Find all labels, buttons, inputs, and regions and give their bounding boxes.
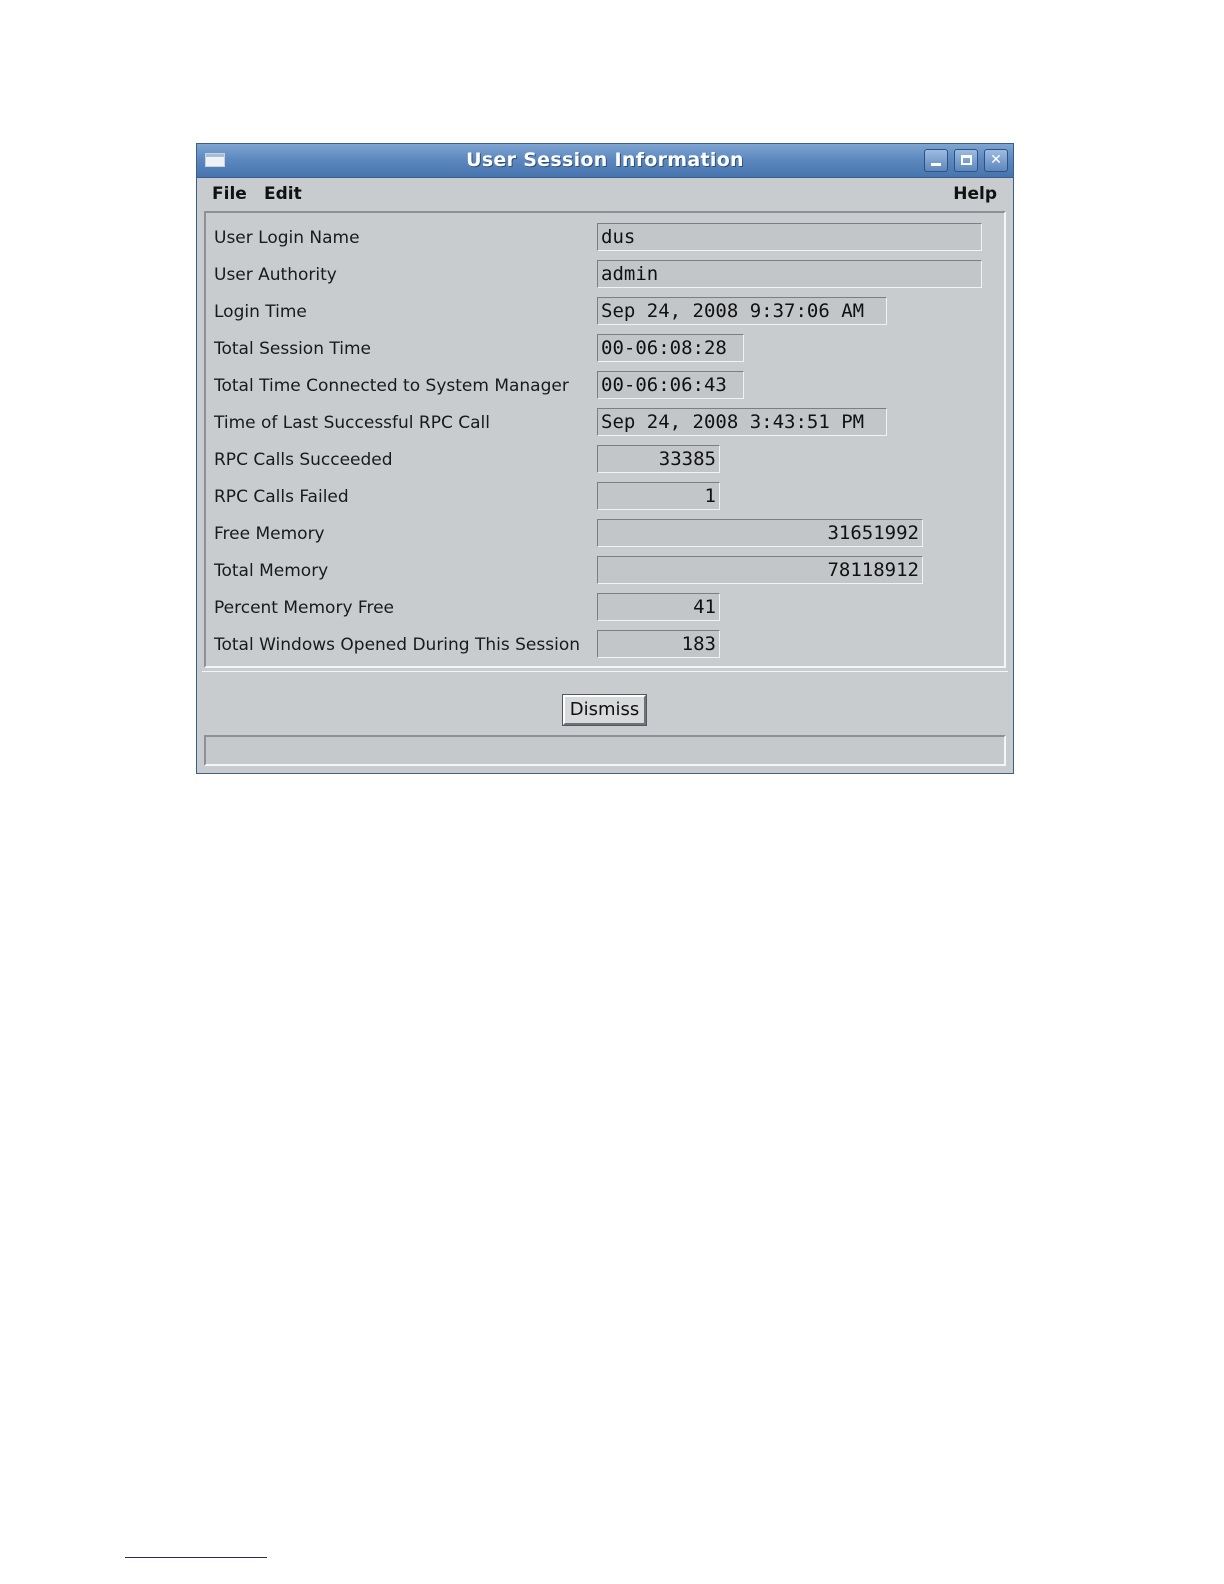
- minimize-button[interactable]: [924, 149, 948, 172]
- minimize-icon: [931, 163, 941, 166]
- close-icon: ✕: [990, 152, 1002, 168]
- label-rpc-succeeded: RPC Calls Succeeded: [214, 450, 393, 470]
- label-last-rpc-call: Time of Last Successful RPC Call: [214, 413, 491, 433]
- row-time-connected: Total Time Connected to System Manager 0…: [206, 369, 1004, 399]
- footnote-rule: [125, 1557, 267, 1558]
- label-windows-opened: Total Windows Opened During This Session: [214, 635, 581, 655]
- label-user-authority: User Authority: [214, 265, 337, 285]
- field-rpc-succeeded[interactable]: 33385: [597, 445, 720, 473]
- menu-help[interactable]: Help: [953, 184, 997, 204]
- field-time-connected[interactable]: 00-06:06:43: [597, 371, 744, 399]
- field-total-memory[interactable]: 78118912: [597, 556, 923, 584]
- field-rpc-failed[interactable]: 1: [597, 482, 720, 510]
- menu-edit[interactable]: Edit: [264, 184, 302, 204]
- field-total-session-time[interactable]: 00-06:08:28: [597, 334, 744, 362]
- field-percent-memory-free[interactable]: 41: [597, 593, 720, 621]
- row-last-rpc-call: Time of Last Successful RPC Call Sep 24,…: [206, 406, 1004, 436]
- label-rpc-failed: RPC Calls Failed: [214, 487, 349, 507]
- label-time-connected: Total Time Connected to System Manager: [214, 376, 569, 396]
- menu-bar: File Edit Help: [197, 178, 1013, 209]
- maximize-button[interactable]: [954, 149, 978, 172]
- row-total-session-time: Total Session Time 00-06:08:28: [206, 332, 1004, 362]
- close-button[interactable]: ✕: [984, 149, 1008, 172]
- field-last-rpc-call[interactable]: Sep 24, 2008 3:43:51 PM: [597, 408, 887, 436]
- user-session-window: User Session Information ✕ File Edit Hel…: [196, 143, 1014, 774]
- label-percent-memory-free: Percent Memory Free: [214, 598, 394, 618]
- menu-file[interactable]: File: [212, 184, 247, 204]
- row-windows-opened: Total Windows Opened During This Session…: [206, 628, 1004, 658]
- label-login-time: Login Time: [214, 302, 307, 322]
- session-info-panel: User Login Name dus User Authority admin…: [204, 211, 1006, 668]
- row-rpc-succeeded: RPC Calls Succeeded 33385: [206, 443, 1004, 473]
- status-bar: [204, 735, 1006, 766]
- row-total-memory: Total Memory 78118912: [206, 554, 1004, 584]
- maximize-icon: [961, 155, 972, 165]
- field-user-login-name[interactable]: dus: [597, 223, 982, 251]
- button-area: Dismiss: [202, 671, 1008, 732]
- window-title: User Session Information: [466, 149, 744, 171]
- label-user-login-name: User Login Name: [214, 228, 360, 248]
- field-login-time[interactable]: Sep 24, 2008 9:37:06 AM: [597, 297, 887, 325]
- dismiss-button[interactable]: Dismiss: [562, 694, 647, 726]
- row-free-memory: Free Memory 31651992: [206, 517, 1004, 547]
- row-percent-memory-free: Percent Memory Free 41: [206, 591, 1004, 621]
- title-bar[interactable]: User Session Information ✕: [197, 144, 1013, 178]
- row-user-login-name: User Login Name dus: [206, 221, 1004, 251]
- row-rpc-failed: RPC Calls Failed 1: [206, 480, 1004, 510]
- field-free-memory[interactable]: 31651992: [597, 519, 923, 547]
- label-total-memory: Total Memory: [214, 561, 329, 581]
- label-free-memory: Free Memory: [214, 524, 325, 544]
- field-user-authority[interactable]: admin: [597, 260, 982, 288]
- row-user-authority: User Authority admin: [206, 258, 1004, 288]
- row-login-time: Login Time Sep 24, 2008 9:37:06 AM: [206, 295, 1004, 325]
- label-total-session-time: Total Session Time: [214, 339, 371, 359]
- field-windows-opened[interactable]: 183: [597, 630, 720, 658]
